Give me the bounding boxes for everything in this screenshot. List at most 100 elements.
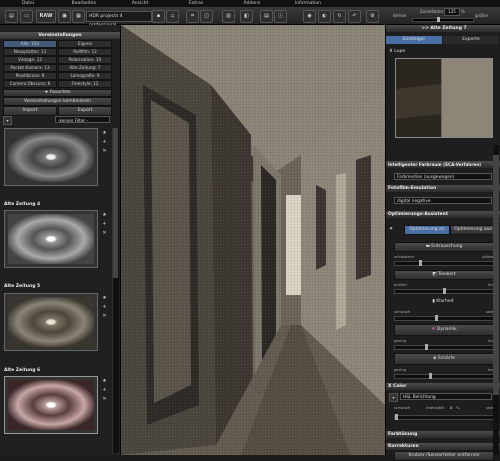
- export-icon[interactable]: ▦: [72, 10, 85, 23]
- intensity-value[interactable]: 0: [450, 405, 452, 410]
- category-neosplatter[interactable]: Neosplatter: 13: [3, 48, 57, 56]
- preset-thumbnail[interactable]: [4, 293, 98, 351]
- category-alte-zeitung[interactable]: Alte Zeitung: 7: [58, 64, 112, 72]
- category-all[interactable]: Alle: 102: [3, 40, 57, 48]
- menu-datei[interactable]: Datei: [0, 0, 56, 7]
- photofilm-select[interactable]: digital negative: [394, 197, 492, 204]
- menu-information[interactable]: Information: [280, 0, 336, 7]
- frame-icon[interactable]: ▥: [222, 10, 235, 23]
- menu-ansicht[interactable]: Ansicht: [112, 0, 168, 7]
- category-plastiklinse[interactable]: Plastiklinse: 8: [3, 72, 57, 80]
- undo-icon[interactable]: ↶: [348, 10, 361, 23]
- filter-options-icon[interactable]: ▾: [3, 116, 12, 125]
- presets-scrollbar-thumb[interactable]: [113, 128, 118, 278]
- category-pocket-kamera[interactable]: Pocket Kamera: 13: [3, 64, 57, 72]
- settings-scrollbar[interactable]: [493, 145, 499, 455]
- crop-icon[interactable]: ⌗: [186, 10, 199, 23]
- category-polarisation[interactable]: Polarisation: 10: [58, 56, 112, 64]
- clarity-slider-knob[interactable]: [435, 315, 438, 321]
- project-select[interactable]: HDR projects 4 professional: [86, 11, 152, 28]
- dynamic-slider[interactable]: [394, 344, 494, 350]
- compare-icon[interactable]: ▤: [260, 10, 273, 23]
- favorites-label: Favoriten: [49, 90, 71, 95]
- intel-colorspace-select[interactable]: Farbmedian (ausgewogen): [394, 173, 492, 180]
- sharpness-button[interactable]: ◈ Schärfe: [394, 353, 494, 365]
- loupe-preview[interactable]: [395, 58, 493, 138]
- optimization-on-button[interactable]: Optimierung an: [404, 225, 450, 235]
- import-button[interactable]: Import: [3, 106, 57, 116]
- category-vintage[interactable]: Vintage: 12: [3, 56, 57, 64]
- sharpness-slider[interactable]: [394, 373, 494, 379]
- category-rollfilm[interactable]: Rollfilm: 12: [58, 48, 112, 56]
- clarity-button[interactable]: ▮ Klarheit: [394, 298, 492, 306]
- raw-button[interactable]: RAW: [36, 10, 56, 23]
- add-icon[interactable]: +: [101, 304, 108, 311]
- menu-bearbeiten[interactable]: Bearbeiten: [56, 0, 112, 7]
- presets-header: Voreinstellungen: [0, 32, 120, 39]
- category-freestyle[interactable]: Freestyle: 12: [58, 80, 112, 88]
- split-view-icon[interactable]: ◧: [240, 10, 253, 23]
- category-camera-obscura[interactable]: Camera Obscura: 6: [3, 80, 57, 88]
- dynamic-slider-knob[interactable]: [425, 344, 428, 350]
- intensity-slider-knob[interactable]: [395, 414, 398, 420]
- category-lomografie[interactable]: Lomografie: 9: [58, 72, 112, 80]
- before-after-icon[interactable]: ◐: [318, 10, 331, 23]
- star-icon[interactable]: ★: [101, 130, 108, 137]
- open-file-icon[interactable]: ▭: [20, 10, 33, 23]
- menu-extras[interactable]: Extras: [168, 0, 224, 7]
- fit-icon[interactable]: ◫: [200, 10, 213, 23]
- menu-addons[interactable]: Addons: [224, 0, 280, 7]
- delete-icon[interactable]: ✕: [101, 396, 108, 403]
- info-icon[interactable]: ⓘ: [274, 10, 287, 23]
- menu-bar: Datei Bearbeiten Ansicht Extras Addons I…: [0, 0, 500, 7]
- export-button[interactable]: Export: [58, 106, 112, 116]
- tab-expert[interactable]: Experte: [443, 36, 499, 44]
- save-icon[interactable]: ▣: [58, 10, 71, 23]
- category-own[interactable]: Eigene: [58, 40, 112, 48]
- delete-icon[interactable]: ✕: [101, 148, 108, 155]
- settings-scrollbar-thumb[interactable]: [493, 155, 499, 395]
- clarity-slider[interactable]: [394, 315, 494, 321]
- favorites-button[interactable]: ★ Favoriten: [3, 89, 112, 97]
- zoom-slider[interactable]: [412, 17, 474, 22]
- tone-button[interactable]: ◩ Tonwert: [394, 270, 494, 280]
- zoom-value-field[interactable]: 125: [444, 8, 460, 16]
- dynamic-button[interactable]: ❖ Dynamik: [394, 324, 494, 336]
- denoise-slider[interactable]: [394, 260, 494, 266]
- xcolor-options-icon[interactable]: ▾: [389, 393, 398, 402]
- preset-thumbnail[interactable]: [4, 376, 98, 434]
- star-icon[interactable]: ★: [101, 212, 108, 219]
- delete-icon[interactable]: ✕: [101, 313, 108, 320]
- clarity-label: Klarheit: [436, 299, 454, 304]
- add-icon[interactable]: +: [101, 387, 108, 394]
- sharpness-slider-knob[interactable]: [429, 373, 432, 379]
- add-icon[interactable]: +: [101, 221, 108, 228]
- intensity-slider[interactable]: [394, 414, 494, 420]
- combine-presets-button[interactable]: Voreinstellungen kombinieren: [3, 97, 112, 106]
- image-icon[interactable]: ▪: [152, 10, 165, 23]
- redo-icon[interactable]: ↻: [333, 10, 346, 23]
- eye-icon[interactable]: ◉: [303, 10, 316, 23]
- star-icon[interactable]: ★: [101, 378, 108, 385]
- settings-icon[interactable]: ⚙: [366, 10, 379, 23]
- xcolor-select[interactable]: HSL Belichtung: [400, 393, 492, 400]
- open-folder-icon[interactable]: ▤: [5, 10, 18, 23]
- filter-select[interactable]: -keinen Filter -: [55, 116, 110, 123]
- print-icon[interactable]: ▫: [166, 10, 179, 23]
- tab-beginner[interactable]: Einsteiger: [386, 36, 442, 44]
- optimization-off-button[interactable]: Optimierung aus: [450, 225, 496, 235]
- delete-icon[interactable]: ✕: [101, 230, 108, 237]
- preset-thumbnail[interactable]: [4, 128, 98, 186]
- star-icon[interactable]: ★: [101, 295, 108, 302]
- zoom-slider-knob[interactable]: [437, 17, 440, 22]
- preset-thumbnail[interactable]: [4, 210, 98, 268]
- denoise-button[interactable]: ▬ Entrauschung: [394, 242, 494, 252]
- image-canvas[interactable]: [121, 25, 386, 455]
- add-icon[interactable]: +: [101, 139, 108, 146]
- tone-slider[interactable]: [394, 288, 494, 294]
- zoom-large-label: größer: [475, 13, 489, 18]
- remove-scratches-button[interactable]: Kratzer-/Sensorfehler entfernen: [394, 451, 494, 461]
- presets-scrollbar[interactable]: [112, 128, 119, 453]
- tone-slider-knob[interactable]: [443, 288, 446, 294]
- denoise-slider-knob[interactable]: [419, 260, 422, 266]
